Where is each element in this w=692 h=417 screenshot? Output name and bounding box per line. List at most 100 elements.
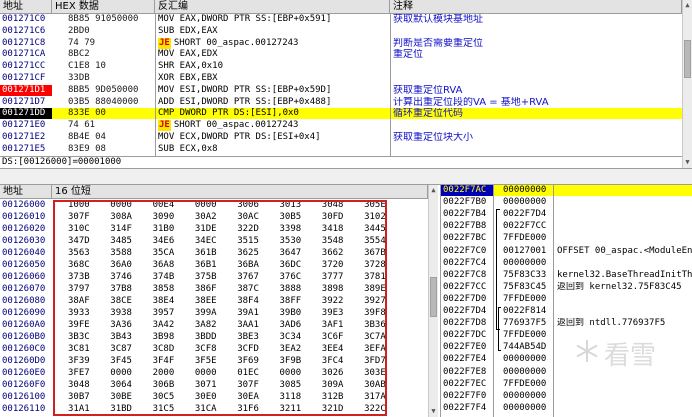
stack-comment: OFFSET 00_aspac.<ModuleEntryPoint> (557, 245, 692, 256)
stack-row[interactable]: 0022F7EC 7FFDE000 (441, 379, 692, 390)
stack-value: 7FFDE000 (503, 378, 547, 389)
stack-value: 00000000 (503, 354, 547, 365)
disasm-comment: 获取重定位块大小 (393, 132, 473, 143)
disasm-header-asm[interactable]: 反汇编 (155, 0, 390, 14)
dump-scroll-thumb[interactable] (430, 277, 437, 317)
stack-value: 75F83C33 (503, 269, 547, 280)
disasm-comment: 获取默认模块基地址 (393, 14, 483, 25)
stack-row[interactable]: 0022F7CC 75F83C45 返回到 kernel32.75F83C45 (441, 282, 692, 293)
dump-address: 001260D0 (2, 356, 46, 366)
scroll-up-icon[interactable]: ▲ (683, 1, 692, 9)
stack-comment (557, 379, 692, 390)
stack-value: 75F83C45 (503, 281, 547, 292)
disasm-row[interactable]: 001271C0 8B85 91050000 MOV EAX,DWORD PTR S… (0, 14, 682, 25)
dump-address: 00126030 (2, 236, 46, 246)
disasm-row[interactable]: 001271D1 8BB5 9D050000 MOV ESI,DWORD PTR S… (0, 84, 682, 96)
dump-header-addr[interactable]: 地址 (0, 185, 52, 199)
dump-address: 00126060 (2, 272, 46, 282)
stack-address: 0022F7CC (443, 281, 487, 292)
disasm-hex: 8BC2 (68, 49, 90, 60)
stack-value: 00000000 (503, 257, 547, 268)
disasm-instruction: SUB EDX,EAX (158, 25, 218, 36)
disasm-instruction: MOV ECX,DWORD PTR DS:[ESI+0x4] (158, 132, 321, 142)
dump-address: 00126010 (2, 212, 46, 222)
stack-row[interactable]: 0022F7B0 00000000 (441, 197, 692, 208)
disasm-header-comment[interactable]: 注释 (390, 0, 682, 14)
disasm-instruction: MOV EAX,EDX (158, 49, 218, 60)
disasm-comment (393, 26, 681, 37)
stack-comment (557, 197, 692, 208)
disasm-comment (393, 61, 681, 72)
disasm-row[interactable]: 001271E5 83E9 08 SUB ECX,0x8 (0, 144, 682, 155)
stack-row[interactable]: 0022F7C0 00127001 OFFSET 00_aspac.<ModuleE… (441, 246, 692, 257)
disasm-address: 001271DD (0, 108, 52, 120)
disasm-instruction: ADD ESI,DWORD PTR SS:[EBP+0x488] (158, 96, 332, 107)
stack-address: 0022F7BC (443, 233, 487, 244)
stack-rows: 0022F7AC 00000000 0022F7B0 00000000 0022F7B4… (441, 185, 692, 417)
stack-row[interactable]: 0022F7F0 00000000 (441, 391, 692, 402)
disasm-hex: 03B5 88040000 (68, 96, 139, 107)
pane-splitter[interactable] (0, 168, 692, 185)
disasm-instruction: MOV ESI,DWORD PTR SS:[EBP+0x59D] (158, 84, 332, 95)
stack-link-bracket-2 (498, 307, 501, 351)
disasm-row[interactable]: 001271D7 03B5 88040000 ADD ESI,DWORD PTR S… (0, 97, 682, 108)
jump-mnemonic: JE (158, 120, 171, 132)
stack-address: 0022F7E0 (443, 342, 487, 353)
disasm-comment (393, 73, 681, 84)
stack-row[interactable]: 0022F7AC 00000000 (441, 185, 692, 196)
stack-row[interactable]: 0022F7BC 7FFDE000 (441, 233, 692, 244)
stack-row[interactable]: 0022F7B4 0022F7D4 (441, 209, 692, 220)
disasm-row[interactable]: 001271CF 33DB XOR EBX,EBX (0, 73, 682, 84)
disasm-address: 001271E0 (2, 120, 46, 131)
stack-comment (557, 221, 692, 232)
disasm-header-hex[interactable]: HEX 数据 (52, 0, 155, 14)
dump-highlight-box (53, 200, 387, 416)
stack-row[interactable]: 0022F7D4 0022F814 (441, 306, 692, 317)
stack-value: 00000000 (503, 185, 547, 195)
disasm-instruction: MOV EAX,DWORD PTR SS:[EBP+0x591] (158, 14, 332, 24)
dump-address: 00126080 (2, 296, 46, 306)
stack-comment: kernel32.BaseThreadInitThunk (557, 269, 692, 280)
disasm-row[interactable]: 001271DD 833E 00 CMP DWORD PTR DS:[ESI],0x… (0, 108, 682, 120)
disasm-address: 001271CA (2, 49, 46, 60)
watermark: 看雪 (574, 333, 688, 371)
disasm-comment: 计算出重定位段的VA = 基地+RVA (393, 96, 549, 108)
stack-row[interactable]: 0022F7B8 0022F7CC (441, 221, 692, 232)
disasm-address: 001271E2 (2, 132, 46, 142)
disasm-row[interactable]: 001271CC C1E8 10 SHR EAX,0x10 (0, 61, 682, 72)
disasm-address: 001271C8 (2, 37, 46, 48)
scroll-down-icon[interactable]: ▼ (683, 158, 692, 166)
disasm-comment: 重定位 (393, 49, 423, 61)
dump-header-hex[interactable]: 16 位短 (52, 185, 428, 199)
dump-scrollbar[interactable]: ▲ ▼ (428, 185, 438, 417)
stack-row[interactable]: 0022F7F4 00000000 (441, 403, 692, 414)
stack-comment (557, 391, 692, 402)
disasm-row[interactable]: 001271E2 8B4E 04 MOV ECX,DWORD PTR DS:[ESI… (0, 132, 682, 143)
disasm-scrollbar[interactable]: ▲ ▼ (682, 0, 692, 168)
disasm-scroll-thumb[interactable] (684, 40, 691, 78)
disasm-instruction: CMP DWORD PTR DS:[ESI],0x0 (158, 108, 299, 119)
disasm-hex: 8BB5 9D050000 (68, 84, 139, 95)
stack-comment (557, 306, 692, 317)
stack-address: 0022F7AC (441, 185, 493, 196)
dump-address: 00126110 (2, 404, 46, 414)
disasm-row[interactable]: 001271E0 74 61 JE SHORT 00_aspac.00127243 (0, 120, 682, 132)
stack-row[interactable]: 0022F7D0 7FFDE000 (441, 294, 692, 305)
disasm-row[interactable]: 001271C6 2BD0 SUB EDX,EAX (0, 26, 682, 37)
stack-row[interactable]: 0022F7D8 776937F5 返回到 ntdll.776937F5 (441, 318, 692, 329)
stack-value: 744AB54D (503, 342, 547, 353)
stack-value: 0022F7CC (503, 221, 547, 232)
dump-address: 00126090 (2, 308, 46, 318)
scroll-up-icon[interactable]: ▲ (429, 186, 438, 194)
stack-row[interactable]: 0022F7C8 75F83C33 kernel32.BaseThreadInitT… (441, 270, 692, 281)
stack-row[interactable]: 0022F7C4 00000000 (441, 258, 692, 269)
scroll-down-icon[interactable]: ▼ (429, 407, 438, 415)
disasm-rows: 001271C0 8B85 91050000 MOV EAX,DWORD PTR S… (0, 14, 682, 156)
disasm-instruction: SHR EAX,0x10 (158, 61, 224, 72)
stack-address: 0022F7D8 (443, 318, 487, 329)
disasm-row[interactable]: 001271CA 8BC2 MOV EAX,EDX 重定位 (0, 49, 682, 60)
disasm-header-addr[interactable]: 地址 (0, 0, 52, 14)
stack-address: 0022F7DC (443, 330, 487, 341)
disasm-row[interactable]: 001271C8 74 79 JE SHORT 00_aspac.00127243 判断… (0, 37, 682, 49)
stack-value: 0022F7D4 (503, 209, 547, 220)
